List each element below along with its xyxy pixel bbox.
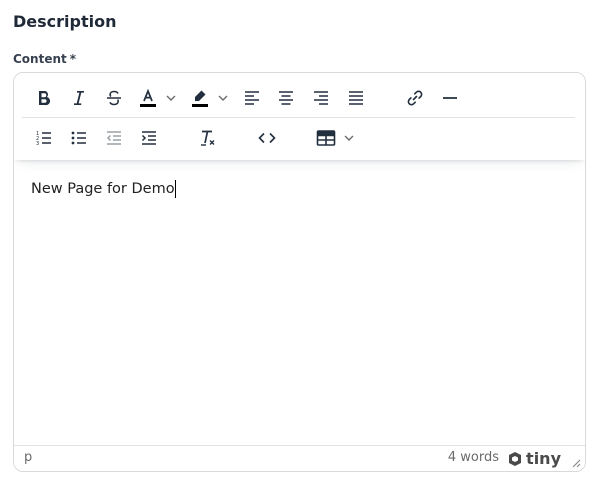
strikethrough-button[interactable] bbox=[98, 82, 130, 114]
rich-text-editor: 123 New Page for Demo p 4 words tiny bbox=[13, 72, 586, 472]
svg-text:3: 3 bbox=[36, 141, 39, 147]
link-button[interactable] bbox=[399, 82, 431, 114]
italic-button[interactable] bbox=[63, 82, 95, 114]
bold-button[interactable] bbox=[28, 82, 60, 114]
text-color-button[interactable] bbox=[133, 82, 179, 114]
source-code-button[interactable] bbox=[251, 122, 283, 154]
indent-icon bbox=[141, 131, 156, 145]
editor-statusbar: p 4 words tiny bbox=[14, 445, 585, 471]
clear-formatting-icon bbox=[201, 130, 215, 146]
numbered-list-button[interactable]: 123 bbox=[28, 122, 60, 154]
indent-button[interactable] bbox=[133, 122, 165, 154]
clear-formatting-button[interactable] bbox=[192, 122, 224, 154]
bullet-list-icon bbox=[71, 131, 86, 145]
italic-icon bbox=[74, 91, 84, 105]
toolbar-row-1 bbox=[14, 78, 585, 118]
align-right-button[interactable] bbox=[305, 82, 337, 114]
numbered-list-icon: 123 bbox=[36, 131, 51, 147]
content-paragraph[interactable]: New Page for Demo bbox=[31, 180, 176, 198]
element-path[interactable]: p bbox=[24, 450, 32, 465]
field-label-text: Content bbox=[13, 52, 67, 66]
align-left-button[interactable] bbox=[236, 82, 268, 114]
outdent-button[interactable] bbox=[98, 122, 130, 154]
content-field-label: Content * bbox=[13, 52, 76, 66]
justify-button[interactable] bbox=[340, 82, 372, 114]
required-marker: * bbox=[69, 52, 77, 66]
align-left-icon bbox=[245, 91, 259, 105]
chevron-down-icon bbox=[218, 95, 228, 101]
resize-handle-icon[interactable] bbox=[571, 458, 581, 468]
table-icon bbox=[316, 130, 336, 146]
outdent-icon bbox=[106, 131, 121, 145]
bold-icon bbox=[39, 91, 51, 106]
highlight-icon bbox=[192, 90, 208, 107]
text-color-icon bbox=[140, 88, 156, 107]
source-code-icon bbox=[258, 132, 276, 144]
tiny-logo-icon bbox=[509, 451, 522, 466]
align-right-icon bbox=[314, 91, 328, 105]
horizontal-line-button[interactable] bbox=[434, 82, 466, 114]
link-icon bbox=[407, 90, 423, 106]
table-button[interactable] bbox=[311, 122, 357, 154]
strikethrough-icon bbox=[107, 90, 121, 106]
word-count[interactable]: 4 words bbox=[448, 450, 499, 465]
highlight-color-button[interactable] bbox=[185, 82, 231, 114]
bullet-list-button[interactable] bbox=[63, 122, 95, 154]
horizontal-line-icon bbox=[443, 97, 457, 99]
toolbar-row-2: 123 bbox=[14, 118, 585, 158]
chevron-down-icon bbox=[344, 135, 354, 141]
align-center-button[interactable] bbox=[270, 82, 302, 114]
editor-content-area[interactable]: New Page for Demo bbox=[14, 160, 585, 446]
tiny-brand-link[interactable]: tiny bbox=[507, 449, 561, 468]
section-title: Description bbox=[13, 12, 117, 31]
justify-icon bbox=[349, 91, 363, 105]
tiny-brand-text: tiny bbox=[526, 449, 561, 468]
chevron-down-icon bbox=[166, 95, 176, 101]
editor-toolbar: 123 bbox=[14, 73, 585, 160]
align-center-icon bbox=[279, 91, 293, 105]
